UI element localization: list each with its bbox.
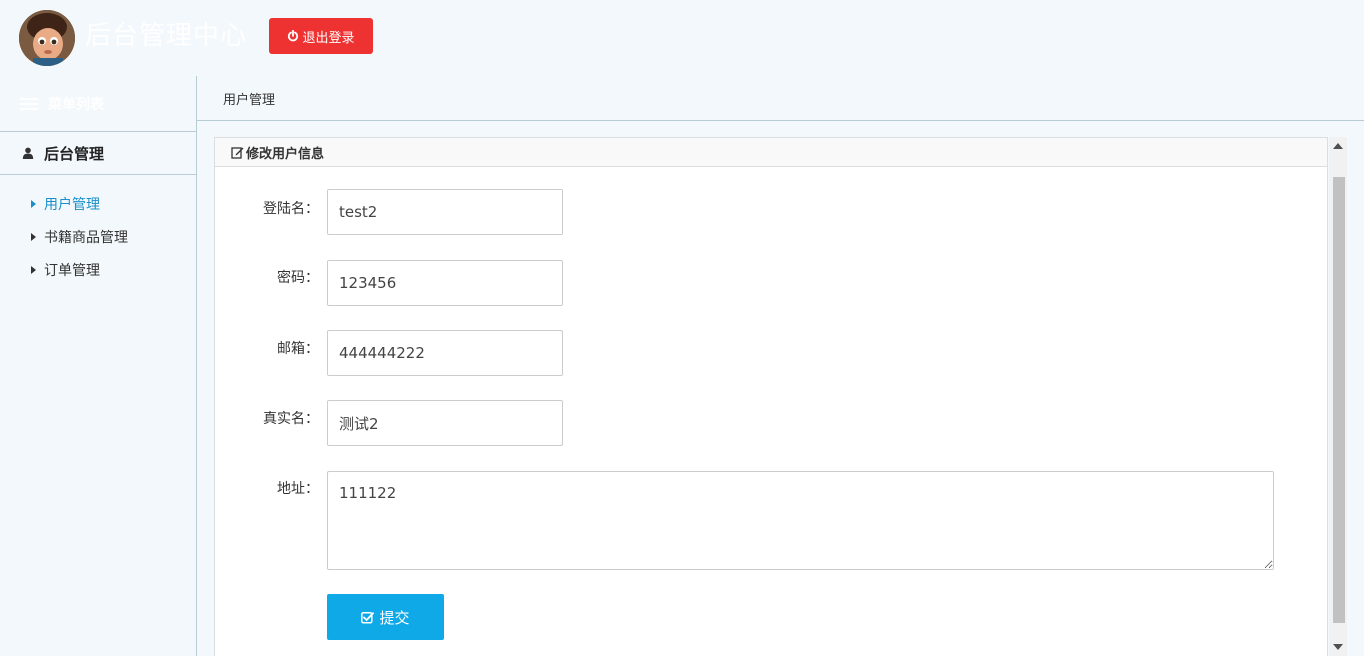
sidebar-item-label: 书籍商品管理 [44,229,128,246]
header: 后台管理中心 退出登录 [0,0,1364,76]
menu-title: 菜单列表 [0,76,197,132]
vertical-scrollbar[interactable] [1329,137,1347,656]
scroll-thumb[interactable] [1333,177,1345,623]
caret-right-icon [31,265,36,274]
admin-page: 后台管理中心 退出登录 菜单列表 后台管理 用户管理 书籍商品管理 订单管理 用… [0,0,1364,656]
sidebar-item-user-management[interactable]: 用户管理 [0,187,197,220]
real-name-label: 真实名： [263,411,319,427]
power-icon [288,30,299,42]
menu-icon [20,97,38,110]
scroll-up-icon[interactable] [1333,143,1343,149]
real-name-input[interactable] [327,400,563,446]
scroll-down-icon[interactable] [1333,644,1343,650]
login-name-input[interactable] [327,189,563,235]
submit-label: 提交 [379,609,410,627]
email-label: 邮箱： [277,341,319,357]
avatar [19,10,75,66]
main-content: 修改用户信息 登陆名： 密码： 邮箱： 真实名： 地址： 111122 [198,121,1364,656]
breadcrumb[interactable]: 用户管理 [223,89,275,108]
group-header-admin[interactable]: 后台管理 [0,132,197,175]
menu-title-label: 菜单列表 [48,96,104,113]
address-textarea[interactable]: 111122 [327,471,1274,570]
edit-user-panel: 修改用户信息 登陆名： 密码： 邮箱： 真实名： 地址： 111122 [214,137,1328,656]
nav-list: 用户管理 书籍商品管理 订单管理 [0,187,197,286]
logout-label: 退出登录 [302,29,355,45]
edit-icon [231,146,244,159]
group-header-label: 后台管理 [44,144,105,163]
avatar-image [19,10,75,66]
sidebar-item-label: 用户管理 [44,196,100,213]
panel-title: 修改用户信息 [246,146,325,162]
logout-button[interactable]: 退出登录 [269,18,373,54]
address-label: 地址： [277,481,319,497]
email-input[interactable] [327,330,563,376]
site-title: 后台管理中心 [85,21,248,51]
caret-right-icon [31,232,36,241]
sidebar-item-label: 订单管理 [44,262,100,279]
user-icon [22,147,34,159]
sidebar-item-book-management[interactable]: 书籍商品管理 [0,220,197,253]
password-input[interactable] [327,260,563,306]
sidebar: 菜单列表 后台管理 用户管理 书籍商品管理 订单管理 [0,76,197,656]
password-label: 密码： [277,270,319,286]
breadcrumb-bar: 用户管理 [197,76,1364,121]
sidebar-item-order-management[interactable]: 订单管理 [0,253,197,286]
panel-heading: 修改用户信息 [215,138,1327,167]
check-square-icon [361,611,375,624]
submit-button[interactable]: 提交 [327,594,444,640]
login-name-label: 登陆名： [263,201,319,217]
caret-right-icon [31,199,36,208]
